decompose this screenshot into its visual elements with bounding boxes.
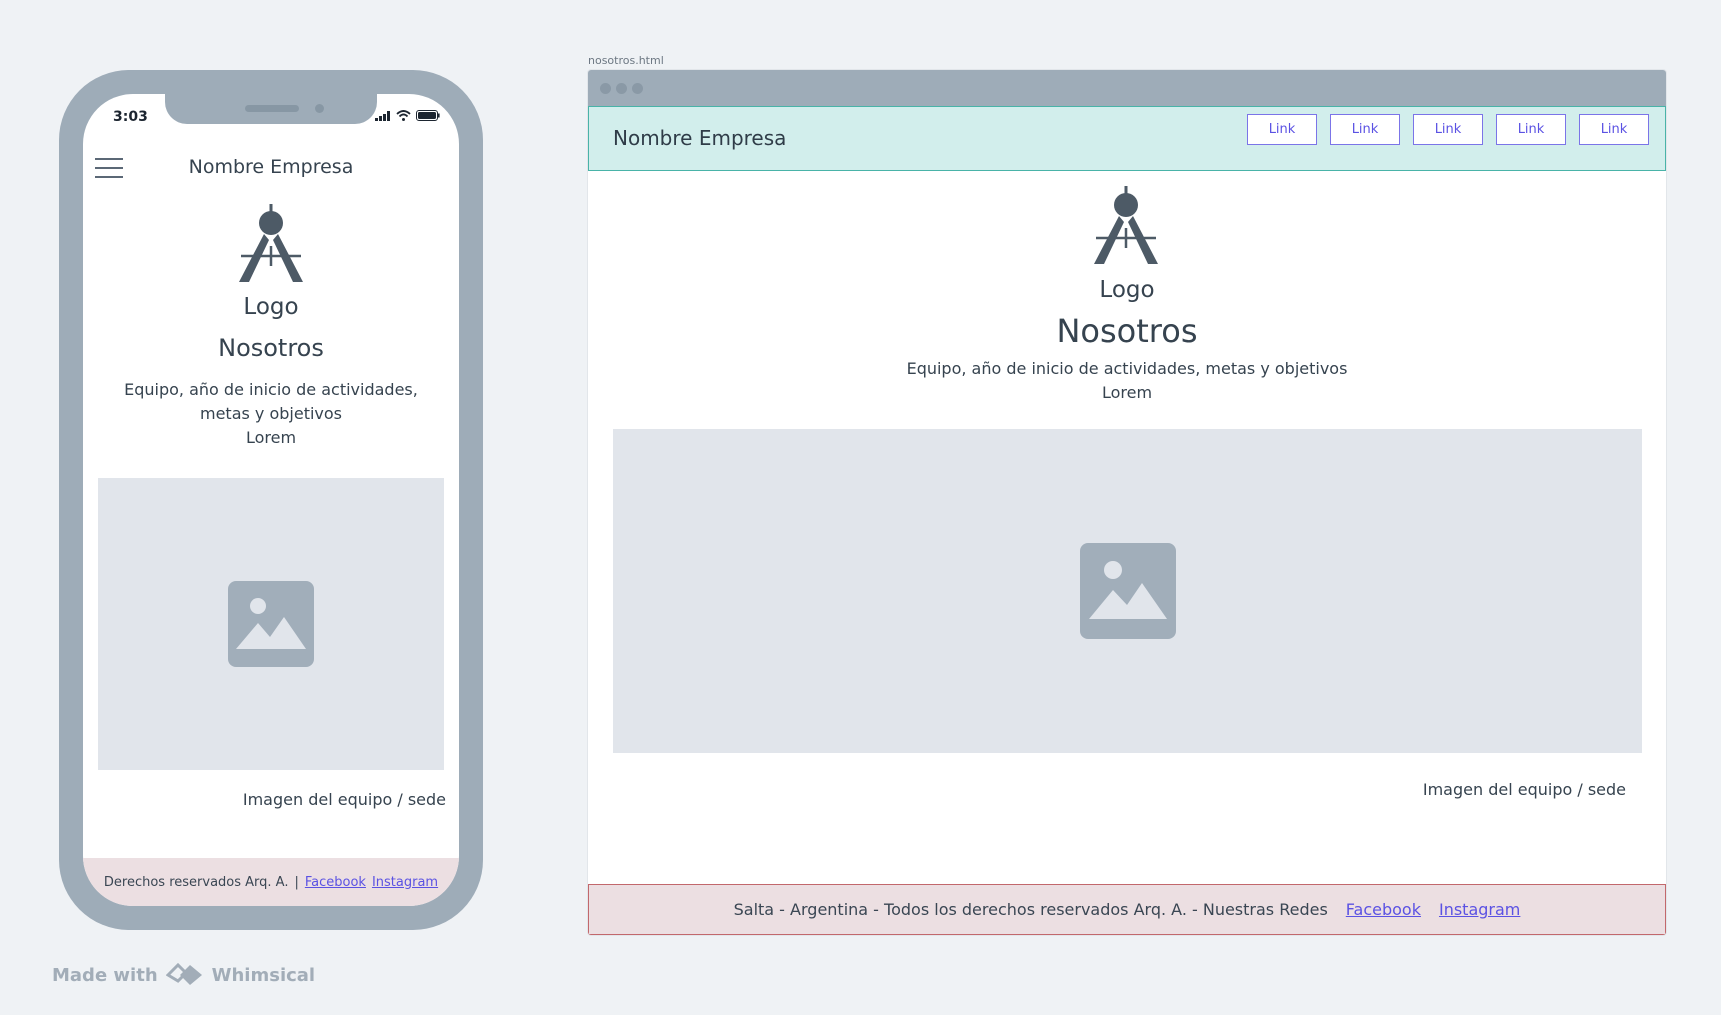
browser-mockup: Nombre Empresa Link Link Link Link Link … [588, 70, 1666, 935]
camera-icon [315, 104, 324, 113]
page-title: Nosotros [1056, 312, 1198, 350]
phone-notch [165, 94, 377, 124]
instagram-link[interactable]: Instagram [372, 875, 438, 890]
instagram-link[interactable]: Instagram [1439, 900, 1520, 919]
browser-footer: Salta - Argentina - Todos los derechos r… [588, 884, 1666, 935]
page-description: Equipo, año de inicio de actividades, me… [588, 357, 1666, 405]
image-icon [228, 581, 314, 667]
speaker-icon [245, 105, 299, 112]
description-line: Lorem [1101, 383, 1153, 402]
nav-brand[interactable]: Nombre Empresa [613, 126, 786, 150]
window-dot-icon [616, 83, 627, 94]
browser-file-name: nosotros.html [588, 54, 664, 67]
footer-separator: | [294, 874, 299, 890]
description-line: Equipo, año de inicio de actividades, [124, 380, 418, 399]
phone-footer: Derechos reservados Arq. A. | Facebook I… [83, 858, 459, 906]
page-title: Nosotros [218, 334, 324, 362]
description-line: Lorem [245, 428, 297, 447]
nav-link-4[interactable]: Link [1496, 114, 1566, 145]
facebook-link[interactable]: Facebook [1346, 900, 1421, 919]
compass-logo-icon [1094, 186, 1158, 264]
made-with-whimsical[interactable]: Made with Whimsical [52, 963, 315, 987]
facebook-link[interactable]: Facebook [305, 875, 366, 890]
nav-link-1[interactable]: Link [1247, 114, 1317, 145]
nav-link-3[interactable]: Link [1413, 114, 1483, 145]
team-image-placeholder [613, 429, 1642, 753]
browser-title-bar [588, 70, 1666, 106]
footer-text: Salta - Argentina - Todos los derechos r… [733, 900, 1328, 919]
image-caption: Imagen del equipo / sede [1422, 780, 1626, 799]
window-dot-icon [632, 83, 643, 94]
wifi-icon [396, 110, 411, 121]
team-image-placeholder [98, 478, 444, 770]
image-caption: Imagen del equipo / sede [242, 790, 446, 809]
whimsical-brand: Whimsical [211, 964, 316, 986]
nav-links: Link Link Link Link Link [1247, 114, 1649, 145]
whimsical-logo-icon [165, 963, 202, 985]
compass-logo-icon [239, 204, 303, 282]
page-description: Equipo, año de inicio de actividades, me… [123, 378, 419, 450]
navbar: Nombre Empresa Link Link Link Link Link [588, 106, 1666, 171]
made-with-label: Made with [52, 964, 158, 986]
phone-mockup: 3:03 Nombre Empresa Logo Nosotros Equipo… [59, 70, 483, 930]
phone-screen: 3:03 Nombre Empresa Logo Nosotros Equipo… [83, 94, 459, 906]
battery-icon [416, 110, 440, 121]
description-line: metas y objetivos [199, 404, 343, 423]
logo-label: Logo [243, 294, 299, 320]
status-icons [375, 110, 440, 121]
signal-icon [375, 110, 390, 121]
status-time: 3:03 [113, 109, 148, 125]
nav-link-5[interactable]: Link [1579, 114, 1649, 145]
phone-brand: Nombre Empresa [188, 156, 354, 178]
nav-link-2[interactable]: Link [1330, 114, 1400, 145]
window-dot-icon [600, 83, 611, 94]
logo-label: Logo [1099, 277, 1155, 303]
footer-text: Derechos reservados Arq. A. [103, 874, 289, 890]
image-icon [1079, 543, 1176, 639]
description-line: Equipo, año de inicio de actividades, me… [906, 359, 1348, 378]
